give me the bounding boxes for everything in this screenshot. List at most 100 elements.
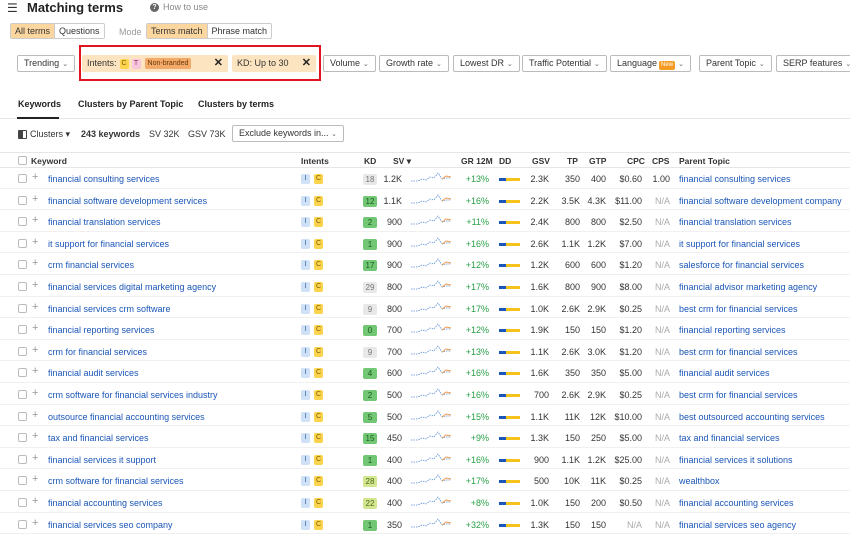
parent-topic-link[interactable]: wealthbox [679, 476, 720, 486]
tab-clusters-terms[interactable]: Clusters by terms [198, 99, 274, 109]
parent-topic-link[interactable]: best outsourced accounting services [679, 412, 825, 422]
add-to-list-icon[interactable]: + [32, 171, 38, 183]
volume-filter[interactable]: Volume ⌄ [323, 55, 376, 72]
keyword-link[interactable]: financial reporting services [48, 325, 155, 335]
row-checkbox[interactable] [18, 498, 27, 507]
add-to-list-icon[interactable]: + [32, 365, 38, 377]
keyword-link[interactable]: financial services seo company [48, 520, 173, 530]
parent-topic-link[interactable]: financial advisor marketing agency [679, 282, 817, 292]
clusters-toggle[interactable]: Clusters ▾ [30, 129, 70, 140]
col-cpc[interactable]: CPC [627, 156, 645, 166]
col-dd[interactable]: DD [499, 156, 511, 166]
row-checkbox[interactable] [18, 454, 27, 464]
keyword-link[interactable]: financial services crm software [48, 304, 171, 314]
help-icon[interactable]: ? [150, 3, 159, 12]
row-checkbox[interactable] [18, 174, 27, 183]
keyword-link[interactable]: financial translation services [48, 217, 161, 227]
row-checkbox[interactable] [18, 282, 27, 291]
add-to-list-icon[interactable]: + [32, 430, 38, 442]
keyword-link[interactable]: crm software for financial services [48, 476, 184, 486]
keyword-link[interactable]: financial services it support [48, 455, 156, 465]
traffic-potential-filter[interactable]: Traffic Potential ⌄ [522, 55, 607, 72]
keyword-link[interactable]: tax and financial services [48, 433, 149, 443]
keyword-link[interactable]: crm software for financial services indu… [48, 390, 218, 400]
parent-topic-link[interactable]: financial reporting services [679, 325, 786, 335]
col-cps[interactable]: CPS [652, 156, 669, 166]
row-checkbox[interactable] [18, 519, 27, 529]
row-checkbox[interactable] [18, 195, 27, 205]
add-to-list-icon[interactable]: + [32, 214, 38, 226]
row-checkbox[interactable] [18, 411, 27, 421]
row-checkbox[interactable] [18, 368, 27, 378]
add-to-list-icon[interactable]: + [32, 257, 38, 269]
parent-topic-link[interactable]: financial services seo agency [679, 520, 796, 530]
col-gtp[interactable]: GTP [589, 156, 606, 166]
add-to-list-icon[interactable]: + [32, 517, 38, 529]
keyword-link[interactable]: financial consulting services [48, 174, 160, 184]
col-gsv[interactable]: GSV [532, 156, 550, 166]
parent-topic-link[interactable]: salesforce for financial services [679, 260, 804, 270]
hamburger-icon[interactable]: ☰ [7, 1, 18, 15]
keyword-link[interactable]: outsource financial accounting services [48, 412, 205, 422]
add-to-list-icon[interactable]: + [32, 387, 38, 399]
row-checkbox[interactable] [18, 303, 27, 313]
tab-questions[interactable]: Questions [55, 24, 104, 38]
col-kd[interactable]: KD [364, 156, 376, 166]
lowest-dr-filter[interactable]: Lowest DR ⌄ [453, 55, 520, 72]
add-to-list-icon[interactable]: + [32, 193, 38, 205]
parent-topic-filter[interactable]: Parent Topic ⌄ [699, 55, 772, 72]
parent-topic-link[interactable]: best crm for financial services [679, 347, 798, 357]
mode-phrase-match[interactable]: Phrase match [207, 24, 272, 38]
keyword-link[interactable]: financial software development services [48, 196, 207, 206]
keyword-link[interactable]: crm for financial services [48, 347, 147, 357]
row-checkbox[interactable] [18, 238, 27, 248]
col-keyword[interactable]: Keyword [31, 156, 67, 166]
parent-topic-link[interactable]: best crm for financial services [679, 390, 798, 400]
parent-topic-link[interactable]: financial software development company [679, 196, 842, 206]
col-intents[interactable]: Intents [301, 156, 329, 166]
row-checkbox[interactable] [18, 433, 27, 443]
exclude-keywords-dropdown[interactable]: Exclude keywords in... ⌄ [232, 125, 344, 142]
row-checkbox[interactable] [18, 260, 27, 270]
parent-topic-link[interactable]: financial audit services [679, 368, 770, 378]
row-checkbox[interactable] [18, 217, 27, 227]
col-sv[interactable]: SV ▾ [393, 156, 411, 167]
add-to-list-icon[interactable]: + [32, 279, 38, 291]
col-parent-topic[interactable]: Parent Topic [679, 156, 730, 166]
parent-topic-link[interactable]: financial accounting services [679, 498, 794, 508]
serp-features-filter[interactable]: SERP features ⌄ [776, 55, 850, 72]
keyword-link[interactable]: crm financial services [48, 260, 134, 270]
row-checkbox[interactable] [18, 325, 27, 335]
row-checkbox[interactable] [18, 346, 27, 356]
add-to-list-icon[interactable]: + [32, 236, 38, 248]
add-to-list-icon[interactable]: + [32, 452, 38, 464]
how-to-use-link[interactable]: How to use [163, 2, 208, 12]
trending-filter[interactable]: Trending ⌄ [17, 55, 76, 72]
keyword-link[interactable]: financial audit services [48, 368, 139, 378]
mode-terms-match[interactable]: Terms match [147, 24, 208, 38]
row-checkbox[interactable] [18, 476, 27, 486]
tab-keywords[interactable]: Keywords [18, 99, 61, 109]
parent-topic-link[interactable]: financial translation services [679, 217, 792, 227]
add-to-list-icon[interactable]: + [32, 409, 38, 421]
parent-topic-link[interactable]: it support for financial services [679, 239, 800, 249]
parent-topic-link[interactable]: tax and financial services [679, 433, 780, 443]
clusters-icon[interactable] [18, 130, 27, 139]
add-to-list-icon[interactable]: + [32, 473, 38, 485]
add-to-list-icon[interactable]: + [32, 301, 38, 313]
tab-all-terms[interactable]: All terms [11, 24, 56, 38]
parent-topic-link[interactable]: best crm for financial services [679, 304, 798, 314]
add-to-list-icon[interactable]: + [32, 344, 38, 356]
parent-topic-link[interactable]: financial services it solutions [679, 455, 793, 465]
row-checkbox[interactable] [18, 390, 27, 399]
add-to-list-icon[interactable]: + [32, 322, 38, 334]
keyword-link[interactable]: it support for financial services [48, 239, 169, 249]
language-filter[interactable]: Language New ⌄ [610, 55, 691, 72]
keyword-link[interactable]: financial accounting services [48, 498, 163, 508]
col-gr12m[interactable]: GR 12M [461, 156, 493, 166]
parent-topic-link[interactable]: financial consulting services [679, 174, 791, 184]
keyword-link[interactable]: financial services digital marketing age… [48, 282, 216, 292]
col-tp[interactable]: TP [567, 156, 578, 166]
growth-rate-filter[interactable]: Growth rate ⌄ [379, 55, 449, 72]
tab-clusters-parent-topic[interactable]: Clusters by Parent Topic [78, 99, 183, 109]
